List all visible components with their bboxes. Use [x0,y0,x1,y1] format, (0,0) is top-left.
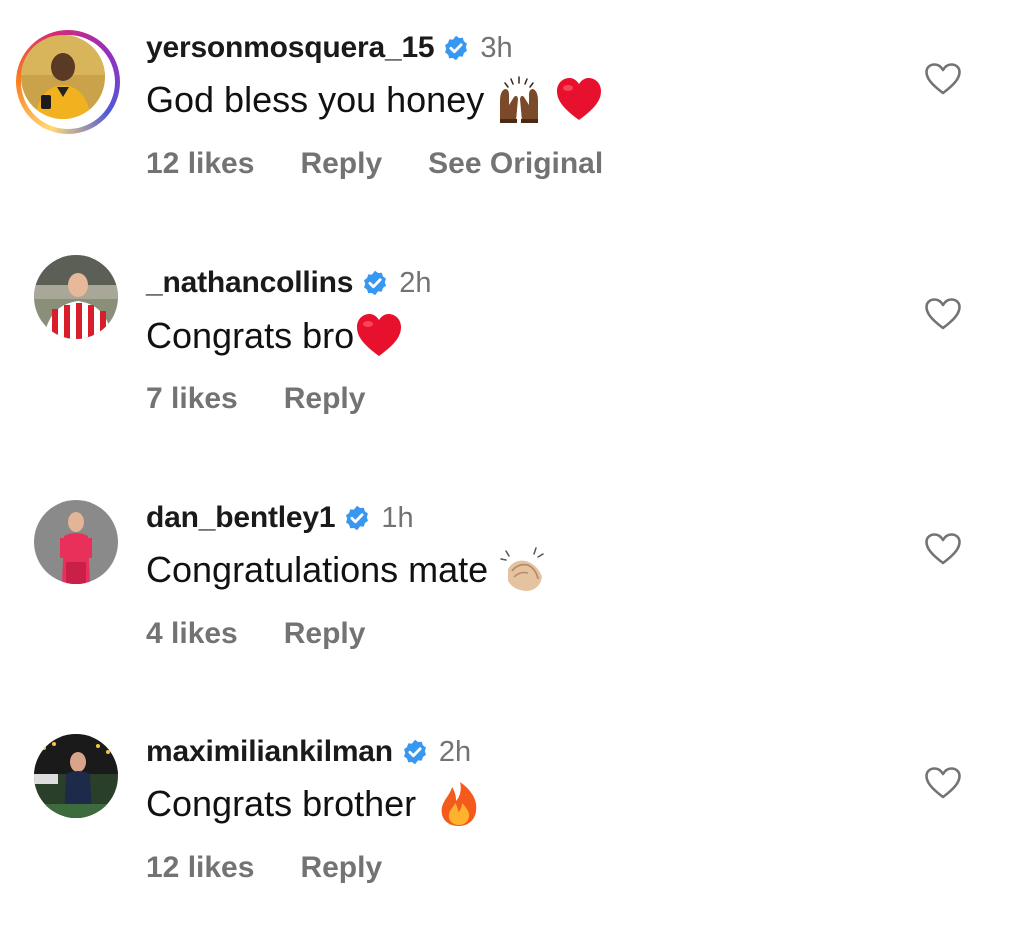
verified-badge-icon [442,34,470,62]
clapping-hands-emoji [498,545,548,595]
comment-body: Congratulations mate [146,546,548,594]
username[interactable]: dan_bentley1 [146,501,336,535]
comment-actions: 12 likes Reply See Original [146,144,649,184]
comment-actions: 12 likes Reply [146,848,428,888]
heart-outline-icon[interactable] [924,766,962,800]
like-count[interactable]: 7 likes [146,382,238,416]
fire-emoji [434,779,484,829]
comment-body: Congrats brother [146,780,484,828]
comment-actions: 7 likes Reply [146,379,411,419]
reply-button[interactable]: Reply [284,382,366,416]
story-ring[interactable] [16,30,120,134]
like-count[interactable]: 4 likes [146,617,238,651]
comment-item: maximiliankilman 2h Congrats brother 12 … [0,704,1024,934]
comment-item: yersonmosquera_15 3h God bless you honey… [0,0,1024,230]
reply-button[interactable]: Reply [300,851,382,885]
red-heart-emoji [354,311,404,361]
verified-badge-icon [361,269,389,297]
verified-badge-icon [343,504,371,532]
timestamp: 2h [438,735,472,768]
comment-text: Congrats brother [146,783,417,824]
comment-header: _nathancollins 2h [146,263,432,303]
like-count[interactable]: 12 likes [146,851,254,885]
see-original-button[interactable]: See Original [428,147,603,181]
like-count[interactable]: 12 likes [146,147,254,181]
comment-item: _nathancollins 2h Congrats bro 7 likes R… [0,234,1024,464]
reply-button[interactable]: Reply [284,617,366,651]
heart-outline-icon[interactable] [924,62,962,96]
timestamp: 1h [381,501,414,534]
comment-text: Congratulations mate [146,549,489,590]
timestamp: 2h [399,266,432,299]
verified-badge-icon [401,738,429,766]
comment-body: Congrats bro [146,312,404,360]
comment-header: yersonmosquera_15 3h [146,28,513,68]
comment-text: God bless you honey [146,79,485,120]
username[interactable]: maximiliankilman [146,735,393,769]
comment-item: dan_bentley1 1h Congratulations mate 4 l… [0,470,1024,700]
comment-header: dan_bentley1 1h [146,498,414,538]
comment-text: Congrats bro [146,315,355,356]
comment-body: God bless you honey [146,76,604,124]
avatar[interactable] [34,500,118,584]
raised-hands-emoji [494,75,544,125]
reply-button[interactable]: Reply [300,147,382,181]
heart-outline-icon[interactable] [924,297,962,331]
comment-header: maximiliankilman 2h [146,732,471,772]
comment-actions: 4 likes Reply [146,614,411,654]
heart-outline-icon[interactable] [924,532,962,566]
avatar[interactable] [34,734,118,818]
avatar[interactable] [21,35,105,119]
username[interactable]: _nathancollins [146,266,353,300]
username[interactable]: yersonmosquera_15 [146,31,435,65]
timestamp: 3h [480,31,513,64]
avatar[interactable] [34,255,118,339]
red-heart-emoji [554,75,604,125]
